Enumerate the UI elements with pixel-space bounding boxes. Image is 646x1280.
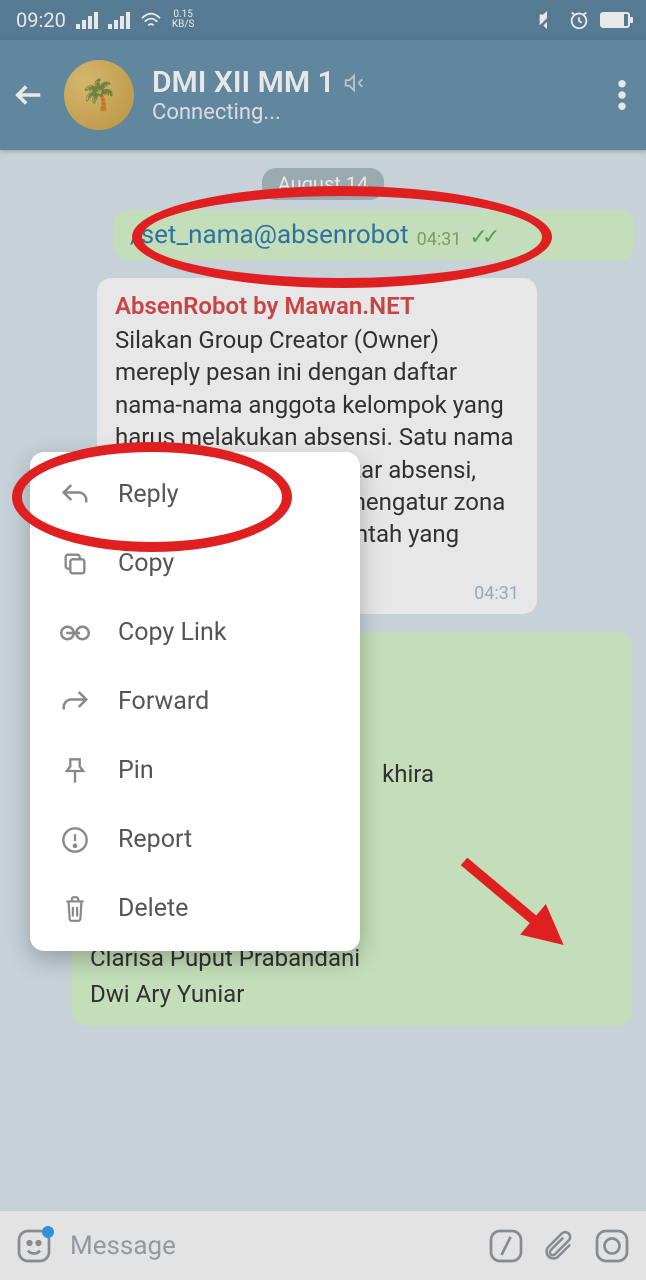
- chat-header: 🌴 DMI XII MM 1 Connecting...: [0, 40, 646, 150]
- menu-label: Delete: [118, 894, 188, 923]
- chat-title-group[interactable]: DMI XII MM 1 Connecting...: [152, 65, 592, 125]
- forward-icon: [58, 689, 92, 715]
- battery-icon: [600, 12, 630, 28]
- record-button[interactable]: [594, 1228, 630, 1264]
- menu-label: Forward: [118, 687, 209, 716]
- delete-icon: [58, 895, 92, 923]
- reply-icon: [58, 482, 92, 508]
- menu-label: Pin: [118, 756, 154, 785]
- alarm-icon: [568, 9, 590, 31]
- outgoing-message[interactable]: /set_nama@absenrobot 04:31 ✓✓: [114, 210, 634, 260]
- wifi-icon: [140, 11, 162, 29]
- menu-label: Reply: [118, 480, 179, 509]
- message-text: /set_nama@absenrobot: [130, 220, 409, 250]
- mute-icon: [536, 9, 558, 31]
- link-icon: [58, 623, 92, 643]
- message-time: 04:31: [417, 229, 462, 250]
- attach-button[interactable]: [542, 1228, 576, 1264]
- menu-item-copy-link[interactable]: Copy Link: [30, 598, 360, 667]
- status-bar: 09:20 0.15 KB/S: [0, 0, 646, 40]
- command-button[interactable]: [488, 1228, 524, 1264]
- menu-item-pin[interactable]: Pin: [30, 736, 360, 805]
- pin-icon: [58, 757, 92, 785]
- read-ticks-icon: ✓✓: [469, 225, 494, 250]
- menu-item-forward[interactable]: Forward: [30, 667, 360, 736]
- sticker-button[interactable]: [16, 1228, 52, 1264]
- muted-icon: [343, 72, 365, 94]
- message-input-bar: Message: [0, 1210, 646, 1280]
- more-button[interactable]: [610, 80, 634, 110]
- menu-label: Report: [118, 825, 192, 854]
- date-separator: August 14: [262, 168, 385, 200]
- message-input[interactable]: Message: [70, 1231, 470, 1261]
- network-speed: 0.15 KB/S: [172, 10, 195, 30]
- sender-name: AbsenRobot by Mawan.NET: [115, 292, 519, 320]
- signal-2-icon: [108, 11, 130, 29]
- notification-dot-icon: [42, 1226, 54, 1238]
- menu-item-reply[interactable]: Reply: [30, 460, 360, 529]
- menu-item-copy[interactable]: Copy: [30, 529, 360, 598]
- chat-subtitle: Connecting...: [152, 100, 592, 125]
- menu-item-report[interactable]: Report: [30, 805, 360, 874]
- copy-icon: [58, 550, 92, 578]
- report-icon: [58, 826, 92, 854]
- menu-label: Copy: [118, 549, 174, 578]
- chat-title: DMI XII MM 1: [152, 65, 335, 100]
- clock: 09:20: [16, 8, 66, 32]
- chat-avatar[interactable]: 🌴: [64, 60, 134, 130]
- signal-1-icon: [76, 11, 98, 29]
- context-menu: Reply Copy Copy Link Forward Pin Report: [30, 452, 360, 951]
- menu-label: Copy Link: [118, 618, 226, 647]
- menu-item-delete[interactable]: Delete: [30, 874, 360, 943]
- back-button[interactable]: [12, 78, 46, 112]
